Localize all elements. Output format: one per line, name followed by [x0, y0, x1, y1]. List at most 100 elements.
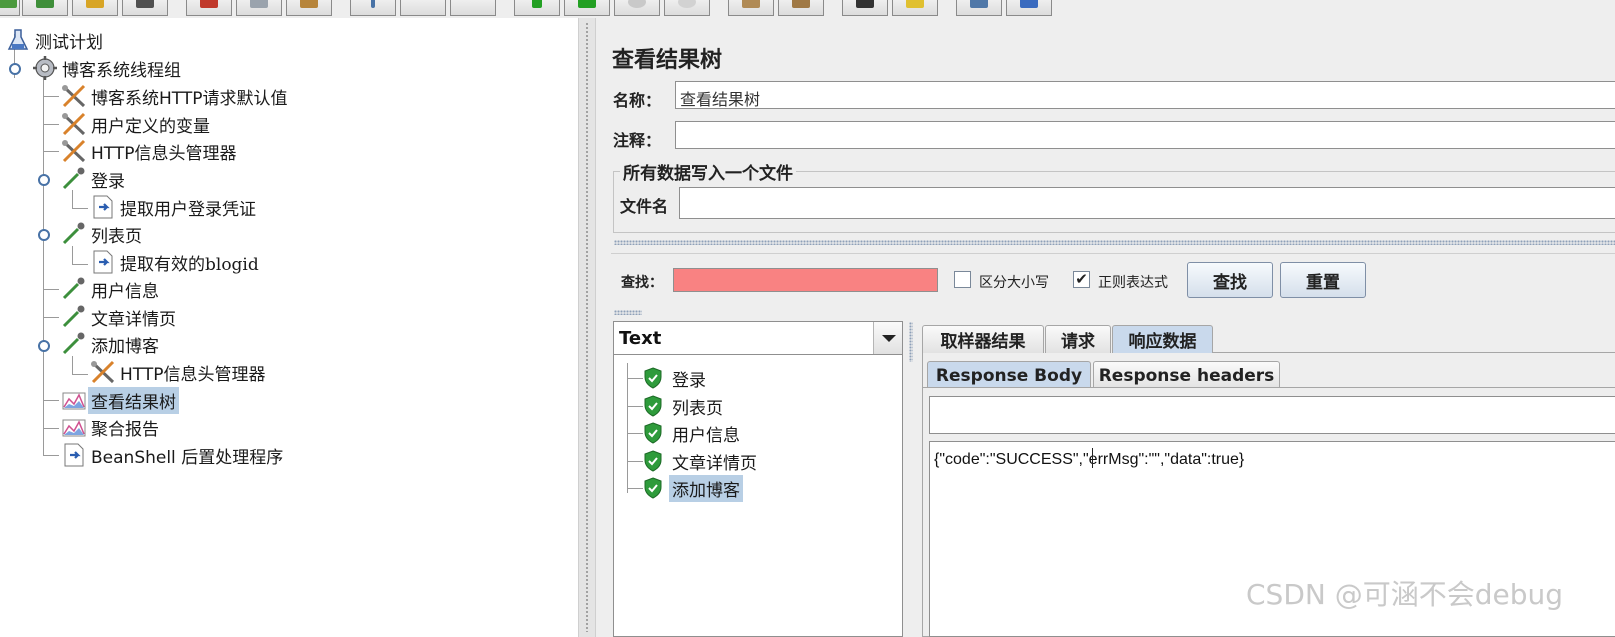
collapse-button[interactable] [400, 0, 446, 16]
postprocessor-icon [60, 442, 88, 468]
collapse-icon [414, 0, 432, 8]
tree-connector [43, 428, 59, 429]
paste-button[interactable] [286, 0, 332, 16]
tree-connector [43, 96, 59, 97]
clear-all-button[interactable] [778, 0, 824, 16]
tree-node-add-blog[interactable]: 添加博客 [60, 331, 162, 357]
tree-node-view-results-tree[interactable]: 查看结果树 [60, 386, 179, 414]
tree-connector [43, 124, 59, 125]
tree-node-aggregate-report[interactable]: 聚合报告 [60, 414, 162, 440]
collapse-toggle[interactable] [38, 340, 50, 352]
search-button[interactable] [842, 0, 888, 16]
tab-request[interactable]: 请求 [1045, 325, 1111, 353]
tree-connector [72, 190, 73, 208]
result-item-selected[interactable]: 添加博客 [643, 474, 743, 502]
response-body-content: {"code":"SUCCESS","errMsg":"","data":tru… [934, 451, 1245, 468]
templates-icon [36, 0, 54, 8]
open-button[interactable] [72, 0, 118, 16]
tree-connector [43, 289, 59, 290]
templates-button[interactable] [22, 0, 68, 16]
tree-connector [627, 433, 643, 434]
pipette-icon [60, 304, 88, 330]
tree-node-http-defaults[interactable]: 博客系统HTTP请求默认值 [60, 83, 291, 109]
case-sensitive-checkbox[interactable] [954, 271, 971, 288]
renderer-select[interactable]: Text [613, 321, 903, 355]
tree-node-test-plan[interactable]: 测试计划 [4, 27, 106, 53]
write-file-group-title: 所有数据写入一个文件 [620, 159, 796, 184]
success-shield-icon [643, 395, 663, 417]
tree-node-login[interactable]: 登录 [60, 166, 128, 192]
expand-icon [371, 0, 375, 8]
tree-node-header-manager[interactable]: HTTP信息头管理器 [60, 138, 240, 164]
new-icon [0, 0, 17, 8]
new-button[interactable] [0, 0, 20, 16]
result-item[interactable]: 文章详情页 [643, 448, 760, 474]
save-button[interactable] [122, 0, 168, 16]
wrench-icon [89, 359, 117, 385]
tree-node-extract-credentials[interactable]: 提取用户登录凭证 [89, 194, 259, 220]
tab-sampler-result[interactable]: 取样器结果 [922, 325, 1044, 353]
shutdown-button[interactable] [664, 0, 710, 16]
tab-response-headers[interactable]: Response headers [1093, 361, 1280, 389]
tab-response-data[interactable]: 响应数据 [1112, 325, 1213, 353]
shutdown-icon [678, 0, 696, 8]
main-splitter[interactable] [578, 18, 596, 637]
chevron-down-icon[interactable] [873, 322, 902, 354]
tree-connector [43, 317, 59, 318]
filename-label: 文件名 [620, 197, 669, 216]
comment-field[interactable] [675, 121, 1615, 149]
result-splitter[interactable] [905, 318, 919, 637]
reset-search-icon [906, 0, 924, 8]
pipette-icon [60, 166, 88, 192]
case-sensitive-label: 区分大小写 [979, 275, 1049, 291]
start-no-pause-button[interactable] [564, 0, 610, 16]
result-item[interactable]: 登录 [643, 365, 709, 391]
tree-node-user-info[interactable]: 用户信息 [60, 276, 162, 302]
cut-button[interactable] [186, 0, 232, 16]
tab-response-body[interactable]: Response Body [927, 361, 1091, 389]
collapse-toggle[interactable] [9, 63, 21, 75]
section-divider[interactable] [614, 310, 642, 315]
graph-icon [60, 387, 88, 413]
find-button[interactable]: 查找 [1187, 262, 1273, 298]
toggle-button[interactable] [450, 0, 496, 16]
tree-node-beanshell[interactable]: BeanShell 后置处理程序 [60, 442, 286, 468]
pipette-icon [60, 331, 88, 357]
section-divider[interactable] [614, 240, 1615, 245]
expand-button[interactable] [350, 0, 396, 16]
response-search-field[interactable] [929, 396, 1615, 434]
clear-button[interactable] [728, 0, 774, 16]
regex-checkbox[interactable]: ✔ [1073, 271, 1090, 288]
tree-node-user-vars[interactable]: 用户定义的变量 [60, 111, 213, 137]
tree-node-header-manager-2[interactable]: HTTP信息头管理器 [89, 359, 269, 385]
regex-label: 正则表达式 [1098, 275, 1168, 291]
result-item[interactable]: 列表页 [643, 393, 726, 419]
success-shield-icon [643, 367, 663, 389]
wrench-icon [60, 138, 88, 164]
name-field[interactable]: 查看结果树 [675, 81, 1615, 109]
search-input[interactable] [673, 268, 938, 292]
tree-node-article-detail[interactable]: 文章详情页 [60, 304, 179, 330]
result-item[interactable]: 用户信息 [643, 420, 743, 446]
tree-connector [43, 400, 59, 401]
text-caret [1092, 448, 1093, 468]
start-button[interactable] [514, 0, 560, 16]
tree-node-thread-group[interactable]: 博客系统线程组 [31, 55, 184, 81]
filename-field[interactable] [679, 187, 1615, 219]
function-helper-button[interactable] [956, 0, 1002, 16]
collapse-toggle[interactable] [38, 229, 50, 241]
tree-connector [43, 64, 44, 456]
renderer-selected: Text [619, 328, 662, 349]
tree-node-list-page[interactable]: 列表页 [60, 221, 145, 247]
copy-icon [250, 0, 268, 8]
tree-node-extract-blogid[interactable]: 提取有效的blogid [89, 249, 262, 275]
reset-search-button[interactable] [892, 0, 938, 16]
stop-button[interactable] [614, 0, 660, 16]
copy-button[interactable] [236, 0, 282, 16]
postprocessor-icon [89, 249, 117, 275]
help-button[interactable] [1006, 0, 1052, 16]
collapse-toggle[interactable] [38, 174, 50, 186]
search-icon [856, 0, 874, 8]
wrench-icon [60, 111, 88, 137]
reset-button[interactable]: 重置 [1280, 262, 1366, 298]
